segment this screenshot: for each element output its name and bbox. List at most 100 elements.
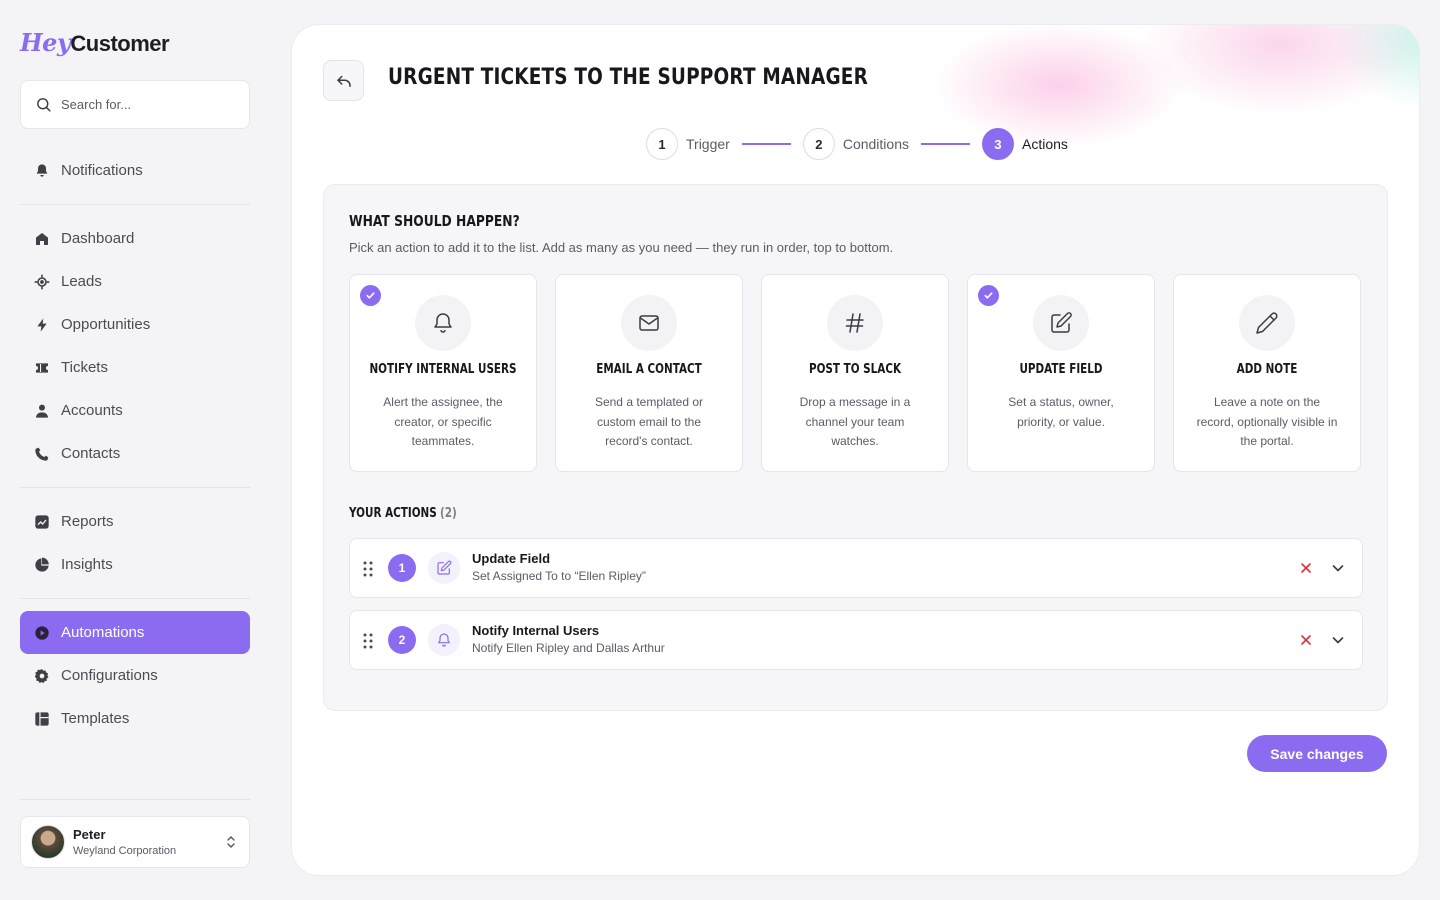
step-actions[interactable]: 3 Actions	[981, 128, 1068, 160]
sidebar-item-dashboard[interactable]: Dashboard	[20, 217, 250, 260]
home-icon	[34, 231, 50, 247]
sidebar-item-tickets[interactable]: Tickets	[20, 346, 250, 389]
bolt-icon	[34, 317, 50, 333]
sidebar-divider	[20, 487, 250, 488]
user-switcher[interactable]: Peter Weyland Corporation	[20, 816, 250, 868]
close-icon[interactable]	[1298, 560, 1314, 576]
step-connector	[920, 143, 970, 145]
step-connector	[741, 143, 791, 145]
selected-check-icon	[360, 285, 381, 306]
action-subtitle: Notify Ellen Ripley and Dallas Arthur	[472, 641, 665, 655]
drag-handle-icon[interactable]	[362, 560, 374, 578]
action-index: 1	[388, 554, 416, 582]
phone-icon	[34, 446, 50, 462]
sidebar-item-label: Leads	[61, 273, 102, 290]
action-card-notify-internal-users[interactable]: NOTIFY INTERNAL USERS Alert the assignee…	[349, 274, 537, 472]
sidebar-item-label: Accounts	[61, 402, 123, 419]
card-description: Leave a note on the record, optionally v…	[1196, 395, 1338, 448]
actions-panel: WHAT SHOULD HAPPEN? Pick an action to ad…	[323, 184, 1388, 711]
chevron-updown-icon	[227, 836, 235, 848]
section-subtitle: Pick an action to add it to the list. Ad…	[349, 240, 894, 255]
section-title: WHAT SHOULD HAPPEN?	[349, 212, 520, 230]
sidebar-item-label: Tickets	[61, 359, 108, 376]
bell-icon	[415, 295, 471, 351]
sidebar-item-insights[interactable]: Insights	[20, 543, 250, 586]
step-label: Conditions	[842, 136, 909, 152]
sidebar-item-automations[interactable]: Automations	[20, 611, 250, 654]
card-title: UPDATE FIELD	[1019, 362, 1103, 377]
action-row[interactable]: 1 Update Field Set Assigned To to “Ellen…	[349, 538, 1363, 598]
your-actions-title: YOUR ACTIONS	[349, 506, 437, 521]
avatar	[31, 825, 65, 859]
close-icon[interactable]	[1298, 632, 1314, 648]
card-title: ADD NOTE	[1236, 362, 1298, 377]
step-number: 3	[981, 128, 1014, 160]
edit-icon	[1033, 295, 1089, 351]
sidebar-item-notifications[interactable]: Notifications	[20, 149, 250, 192]
template-icon	[34, 711, 50, 727]
logo-prefix: Hey	[20, 28, 71, 57]
sidebar-item-accounts[interactable]: Accounts	[20, 389, 250, 432]
sidebar-divider	[20, 204, 250, 205]
action-index: 2	[388, 626, 416, 654]
sidebar-item-label: Notifications	[61, 162, 143, 179]
step-trigger[interactable]: 1 Trigger	[646, 128, 730, 160]
card-description: Drop a message in a channel your team wa…	[799, 395, 911, 448]
step-number: 1	[646, 128, 678, 160]
sidebar-item-label: Templates	[61, 710, 130, 727]
sidebar-item-contacts[interactable]: Contacts	[20, 432, 250, 475]
pie-icon	[34, 557, 50, 573]
sidebar-item-label: Insights	[61, 556, 113, 573]
step-label: Trigger	[686, 136, 730, 152]
sidebar-item-reports[interactable]: Reports	[20, 500, 250, 543]
user-name: Peter	[73, 827, 106, 842]
action-card-add-note[interactable]: ADD NOTE Leave a note on the record, opt…	[1173, 274, 1361, 472]
sidebar-divider	[20, 799, 250, 800]
app-logo[interactable]: Hey Customer	[20, 28, 170, 57]
action-card-update-field[interactable]: UPDATE FIELD Set a status, owner, priori…	[967, 274, 1155, 472]
logo-suffix: Customer	[70, 31, 170, 56]
chevron-down-icon[interactable]	[1330, 632, 1346, 648]
ticket-icon	[34, 360, 50, 376]
action-row[interactable]: 2 Notify Internal Users Notify Ellen Rip…	[349, 610, 1363, 670]
sidebar-item-label: Automations	[61, 624, 145, 641]
step-label: Actions	[1021, 136, 1068, 152]
save-changes-button[interactable]: Save changes	[1247, 735, 1387, 772]
action-card-post-to-slack[interactable]: POST TO SLACK Drop a message in a channe…	[761, 274, 949, 472]
drag-handle-icon[interactable]	[362, 632, 374, 650]
card-description: Set a status, owner, priority, or value.	[1008, 395, 1114, 429]
your-actions-heading: YOUR ACTIONS (2)	[349, 506, 457, 521]
sidebar-item-opportunities[interactable]: Opportunities	[20, 303, 250, 346]
sidebar-item-label: Contacts	[61, 445, 121, 462]
sidebar-item-label: Configurations	[61, 667, 158, 684]
sidebar-item-label: Opportunities	[61, 316, 151, 333]
back-button[interactable]	[323, 60, 364, 101]
bell-icon	[34, 163, 50, 179]
action-subtitle: Set Assigned To to “Ellen Ripley”	[472, 569, 646, 583]
action-card-email-a-contact[interactable]: EMAIL A CONTACT Send a templated or cust…	[555, 274, 743, 472]
your-actions-count: (2)	[439, 506, 457, 521]
edit-icon	[428, 552, 460, 584]
chevron-down-icon[interactable]	[1330, 560, 1346, 576]
undo-arrow-icon	[336, 75, 351, 87]
sidebar: HeyCustomer Notifications Dashboard Lead…	[0, 0, 270, 900]
mail-icon	[621, 295, 677, 351]
card-title: POST TO SLACK	[808, 362, 902, 377]
search-input[interactable]	[61, 97, 231, 112]
selected-check-icon	[978, 285, 999, 306]
action-title: Notify Internal Users	[472, 623, 600, 638]
main-panel: URGENT TICKETS TO THE SUPPORT MANAGER 1 …	[291, 24, 1420, 876]
card-title: NOTIFY INTERNAL USERS	[369, 362, 517, 377]
step-conditions[interactable]: 2 Conditions	[802, 128, 909, 160]
hash-icon	[827, 295, 883, 351]
sidebar-item-label: Dashboard	[61, 230, 135, 247]
stepper: 1 Trigger 2 Conditions 3 Actions	[646, 127, 1068, 161]
play-icon	[34, 625, 50, 641]
chart-icon	[34, 514, 50, 530]
sidebar-item-configurations[interactable]: Configurations	[20, 654, 250, 697]
sidebar-item-leads[interactable]: Leads	[20, 260, 250, 303]
user-org: Weyland Corporation	[73, 845, 177, 857]
gear-icon	[34, 668, 50, 684]
page-title: URGENT TICKETS TO THE SUPPORT MANAGER	[388, 65, 869, 90]
sidebar-item-templates[interactable]: Templates	[20, 697, 250, 740]
